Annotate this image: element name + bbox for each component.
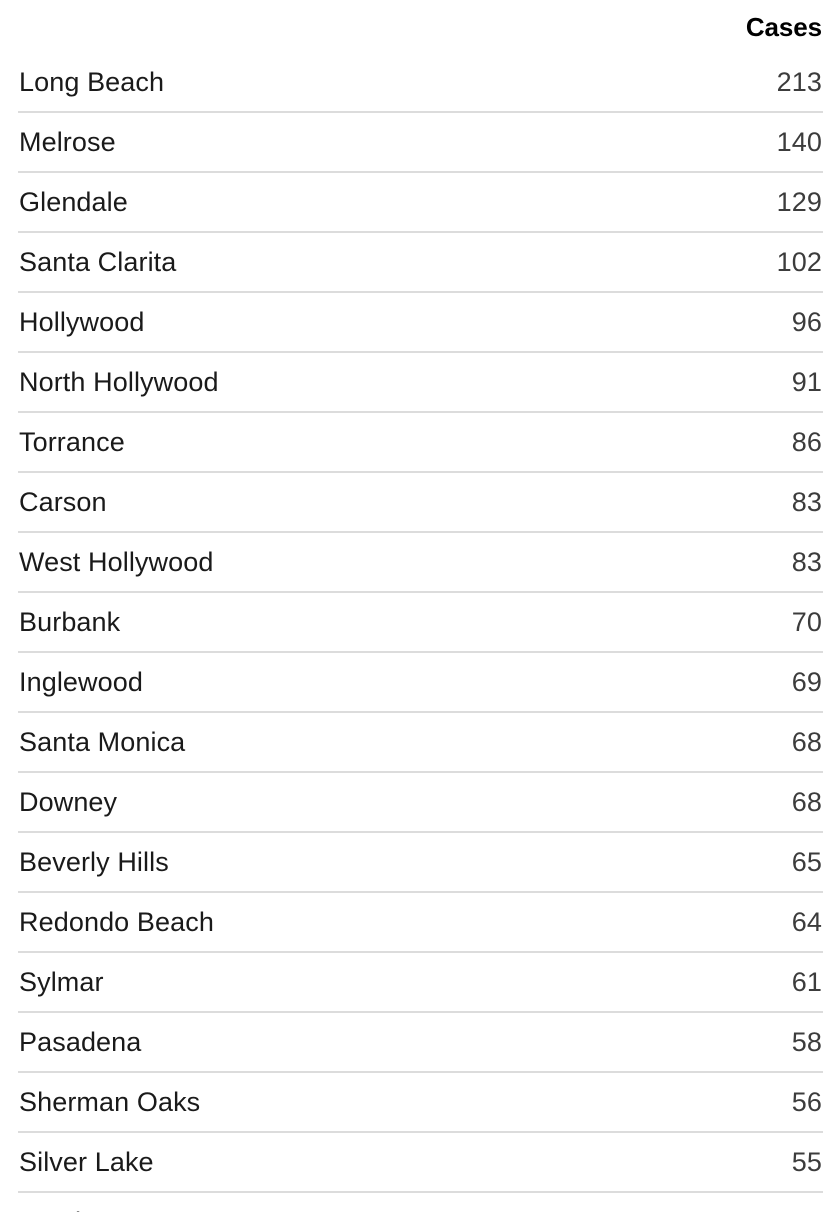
- cases-table-container: Cases Long Beach 213 Melrose 140 Glendale 129…: [0, 0, 840, 1212]
- row-value-cases: 102: [578, 232, 823, 293]
- table-row[interactable]: Santa Clarita 102: [18, 232, 823, 293]
- table-row[interactable]: North Hollywood 91: [18, 352, 823, 413]
- row-label: North Hollywood: [18, 352, 578, 413]
- row-value-cases: 69: [578, 652, 823, 713]
- row-label: Redondo Beach: [18, 892, 578, 953]
- table-row[interactable]: Torrance 86: [18, 412, 823, 473]
- table-row[interactable]: South Gate52: [18, 1192, 823, 1212]
- row-label: Sherman Oaks: [18, 1072, 578, 1133]
- table-row[interactable]: Inglewood 69: [18, 652, 823, 713]
- row-label: Carson: [18, 472, 578, 533]
- table-row[interactable]: Carson 83: [18, 472, 823, 533]
- table-row[interactable]: Melrose 140: [18, 112, 823, 173]
- row-value-cases: 68: [578, 712, 823, 773]
- row-value-cases: 70: [578, 592, 823, 653]
- cases-table: Cases Long Beach 213 Melrose 140 Glendale 129…: [18, 0, 823, 1212]
- row-value-cases: 140: [578, 112, 823, 173]
- table-row[interactable]: Silver Lake 55: [18, 1132, 823, 1193]
- table-row[interactable]: Glendale 129: [18, 172, 823, 233]
- row-value-cases: 129: [578, 172, 823, 233]
- row-value-cases: 52: [578, 1192, 823, 1212]
- table-row[interactable]: Hollywood 96: [18, 292, 823, 353]
- table-header-row: Cases: [18, 0, 823, 54]
- row-value-cases: 55: [578, 1132, 823, 1193]
- table-row[interactable]: West Hollywood 83: [18, 532, 823, 593]
- row-value-cases: 83: [578, 472, 823, 533]
- table-row[interactable]: Redondo Beach 64: [18, 892, 823, 953]
- column-header-cases[interactable]: Cases: [578, 0, 823, 54]
- row-label: Burbank: [18, 592, 578, 653]
- table-row[interactable]: Sylmar 61: [18, 952, 823, 1013]
- row-label: Beverly Hills: [18, 832, 578, 893]
- row-value-cases: 58: [578, 1012, 823, 1073]
- row-value-cases: 65: [578, 832, 823, 893]
- column-header-name[interactable]: [18, 0, 578, 54]
- row-label: Pasadena: [18, 1012, 578, 1073]
- row-label: Glendale: [18, 172, 578, 233]
- row-label: Inglewood: [18, 652, 578, 713]
- row-label: Torrance: [18, 412, 578, 473]
- row-value-cases: 83: [578, 532, 823, 593]
- row-label: Santa Monica: [18, 712, 578, 773]
- table-row[interactable]: Downey 68: [18, 772, 823, 833]
- row-label: West Hollywood: [18, 532, 578, 593]
- row-value-cases: 56: [578, 1072, 823, 1133]
- table-row[interactable]: Burbank 70: [18, 592, 823, 653]
- row-value-cases: 96: [578, 292, 823, 353]
- row-value-cases: 68: [578, 772, 823, 833]
- table-row[interactable]: Sherman Oaks 56: [18, 1072, 823, 1133]
- row-label: South Gate: [18, 1192, 578, 1212]
- row-label: Downey: [18, 772, 578, 833]
- row-value-cases: 213: [578, 54, 823, 113]
- row-label: Hollywood: [18, 292, 578, 353]
- table-row[interactable]: Long Beach 213: [18, 54, 823, 113]
- row-label: Santa Clarita: [18, 232, 578, 293]
- table-row[interactable]: Santa Monica 68: [18, 712, 823, 773]
- row-label: Sylmar: [18, 952, 578, 1013]
- row-value-cases: 91: [578, 352, 823, 413]
- table-body: Long Beach 213 Melrose 140 Glendale 129 Santa …: [18, 54, 823, 1212]
- row-value-cases: 86: [578, 412, 823, 473]
- table-header: Cases: [18, 0, 823, 54]
- row-value-cases: 61: [578, 952, 823, 1013]
- row-label: Melrose: [18, 112, 578, 173]
- row-label: Long Beach: [18, 54, 578, 113]
- row-label: Silver Lake: [18, 1132, 578, 1193]
- table-row[interactable]: Pasadena 58: [18, 1012, 823, 1073]
- row-value-cases: 64: [578, 892, 823, 953]
- table-row[interactable]: Beverly Hills 65: [18, 832, 823, 893]
